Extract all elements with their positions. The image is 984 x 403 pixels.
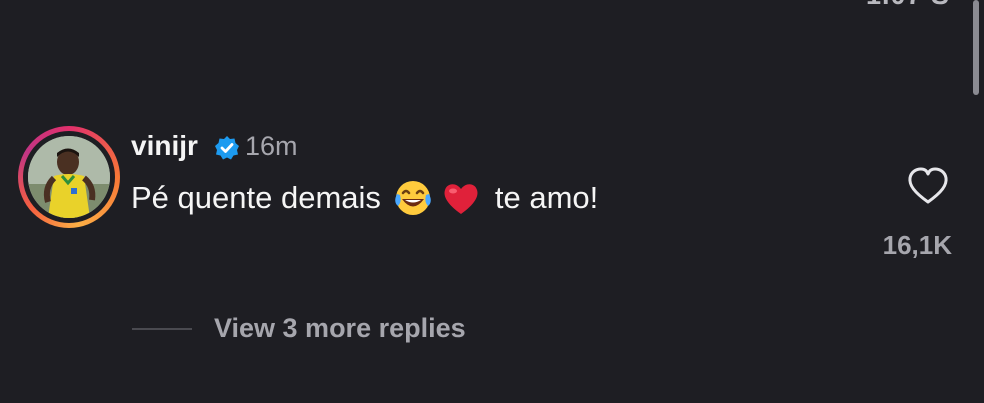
like-count: 16,1K bbox=[882, 230, 952, 260]
heart-icon[interactable] bbox=[906, 166, 950, 206]
comment-username[interactable]: vinijr bbox=[131, 130, 198, 162]
avatar[interactable] bbox=[18, 126, 120, 228]
player-photo-icon bbox=[28, 136, 110, 218]
comment-timestamp: 16m bbox=[245, 131, 298, 161]
scrollbar[interactable] bbox=[973, 0, 979, 95]
comment-body: Pé quente demais te amo! bbox=[131, 178, 598, 218]
red-heart-emoji-icon bbox=[441, 178, 481, 218]
face-with-tears-of-joy-emoji-icon bbox=[393, 178, 433, 218]
view-more-replies-button[interactable]: View 3 more replies bbox=[132, 313, 466, 344]
previous-like-count: 1.07 S bbox=[866, 0, 950, 11]
comment-item: vinijr 16m Pé quente demais te amo! 16,1… bbox=[18, 126, 958, 266]
avatar-image bbox=[28, 136, 110, 218]
comment-text-part-1: Pé quente demais bbox=[131, 180, 381, 215]
comment-text-part-2: te amo! bbox=[494, 180, 599, 215]
verified-badge-icon bbox=[214, 135, 240, 161]
replies-divider-line bbox=[132, 327, 192, 330]
comment-thread-screen: 1.07 S vinijr bbox=[0, 0, 984, 403]
view-more-replies-label[interactable]: View 3 more replies bbox=[214, 313, 466, 344]
